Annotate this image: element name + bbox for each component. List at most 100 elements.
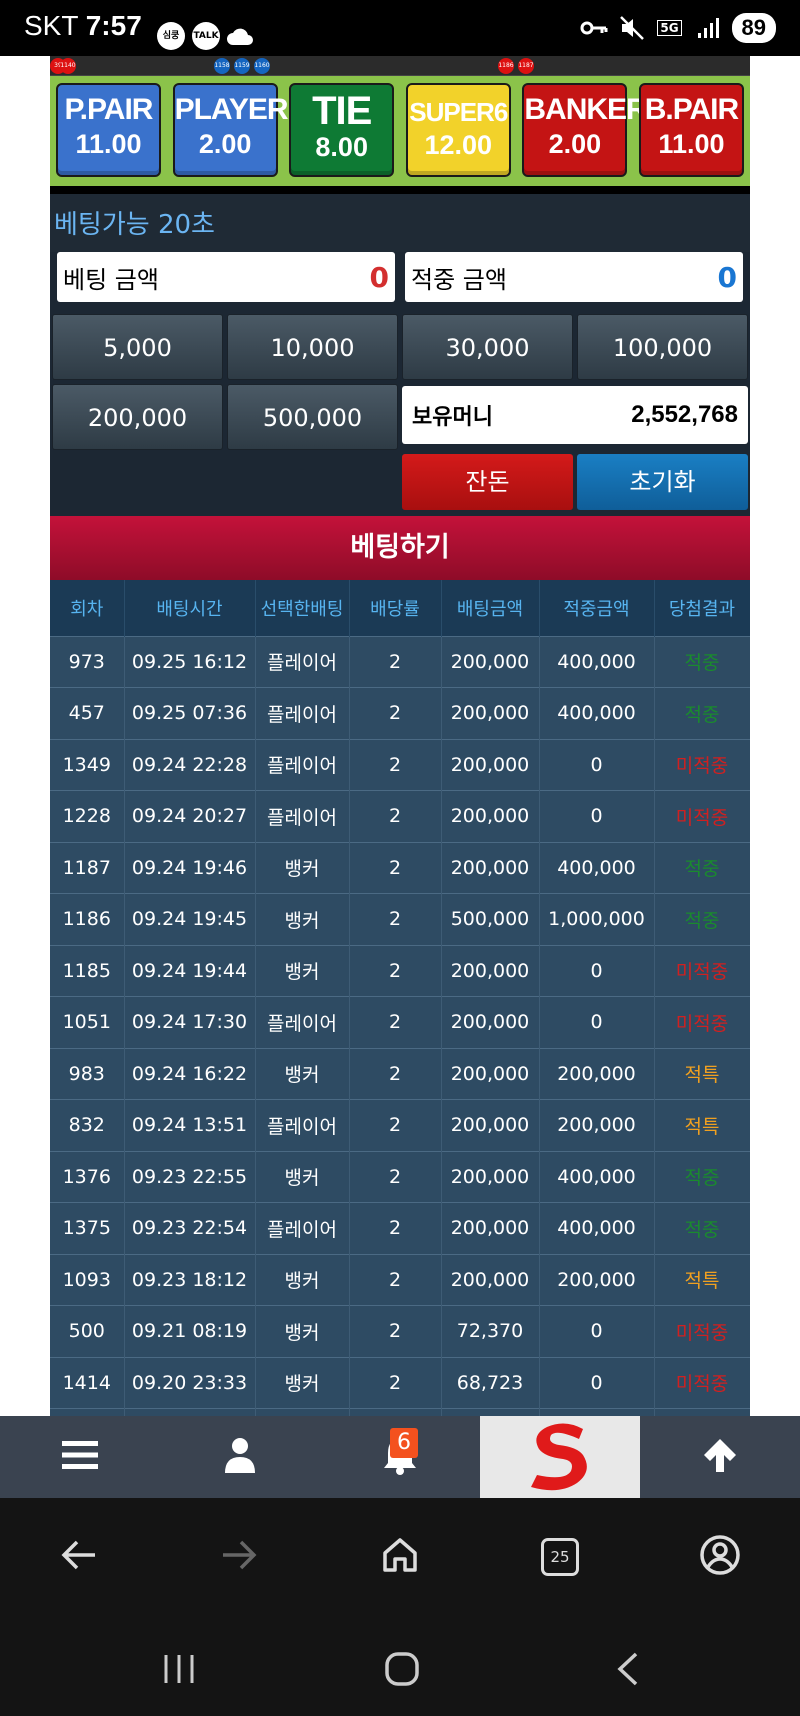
chip-200000-button[interactable]: 200,000 [52,384,223,450]
cell-selection: 뱅커 [255,1150,350,1203]
cell-result: 적특 [654,1253,750,1306]
bet-name: P.PAIR [64,93,154,126]
cell-round: 505 [50,1408,125,1416]
col-result: 당첨결과 [654,580,750,636]
cell-bet-time: 09.21 08:19 [124,1305,256,1357]
table-row: 973 09.25 16:12 플레이어 2 200,000 400,000 적중 [50,635,750,688]
table-row: 457 09.25 07:36 플레이어 2 200,000 400,000 적중 [50,687,750,739]
cell-bet-time: 09.23 22:55 [124,1150,256,1203]
cell-result: 적특 [654,1099,750,1151]
cell-odds: 2 [349,1253,442,1306]
cell-result: 적중 [654,687,750,739]
cell-bet-time: 09.24 19:44 [124,944,256,997]
bet-odds: 2.00 [198,129,252,159]
cell-selection: 플레이어 [255,790,350,842]
bet-options: P.PAIR 11.00 PLAYER 2.00 TIE 8.00 SUPER6… [50,76,750,186]
cell-bet-time: 09.25 16:12 [124,635,256,688]
cell-bet-time: 09.24 16:22 [124,1047,256,1100]
scroll-top-button[interactable] [680,1416,760,1498]
change-button[interactable]: 잔돈 [402,454,573,510]
bet-tie-button[interactable]: TIE 8.00 [289,83,395,177]
bet-name: TIE [312,89,372,133]
chip-10000-button[interactable]: 10,000 [227,314,398,380]
chip-30000-button[interactable]: 30,000 [402,314,573,380]
clock: 7:57 [85,10,142,41]
amount-boxes: 베팅 금액 0 적중 금액 0 [50,252,750,304]
bet-banker-button[interactable]: BANKER 2.00 [522,83,648,177]
cell-round: 1187 [50,841,125,894]
cell-round: 983 [50,1047,125,1100]
road-dot: 1159 [234,58,250,74]
back-button[interactable] [54,1532,104,1582]
cell-selection: 뱅커 [255,893,350,945]
status-icons: 5G 89 [580,12,776,44]
cell-bet-time: 09.25 07:36 [124,687,256,739]
table-row: 1186 09.24 19:45 뱅커 2 500,000 1,000,000 적중 [50,893,750,945]
cell-result: 미적중 [654,996,750,1048]
notifications-button[interactable]: 6 [360,1416,440,1498]
tabs-button[interactable]: 25 [535,1532,585,1582]
cell-result: 미적중 [654,1356,750,1409]
forward-button[interactable] [214,1532,264,1582]
app-bottom-nav: 6 [0,1416,800,1498]
bet-name: BANKER [524,93,647,126]
menu-button[interactable] [40,1416,120,1498]
cell-bet-time: 09.23 18:12 [124,1253,256,1306]
signal-icon [694,14,722,42]
cell-odds: 2 [349,893,442,945]
home-nav-button[interactable] [377,1646,427,1696]
cell-round: 1186 [50,893,125,945]
cell-win-amount: 0 [539,790,655,842]
bet-banker-pair-button[interactable]: B.PAIR 11.00 [638,83,744,177]
notification-badge-2: TALK [192,22,220,50]
roadmap-strip: 39 1140 1158 1159 1160 1186 1187 [50,56,750,76]
cell-round: 1185 [50,944,125,997]
bet-amount-value: 0 [369,260,389,294]
reset-button[interactable]: 초기화 [577,454,748,510]
balance-box: 보유머니 2,552,768 [402,386,748,444]
table-row: 50509.20 08:24뱅커2110,5780미적중 [50,1408,750,1416]
cell-result: 적중 [654,1202,750,1254]
balance-label: 보유머니 [412,405,493,430]
account-button[interactable] [695,1532,745,1582]
user-button[interactable] [200,1416,280,1498]
cell-round: 500 [50,1305,125,1357]
cell-bet-time: 09.24 19:45 [124,893,256,945]
key-icon [580,14,608,42]
bet-player-pair-button[interactable]: P.PAIR 11.00 [56,83,161,177]
cell-selection: 플레이어 [255,635,350,688]
place-bet-button[interactable]: 베팅하기 [50,516,750,580]
cell-odds: 2 [349,1099,442,1151]
cell-bet-amount: 200,000 [441,841,540,894]
action-buttons: 잔돈 초기화 [50,450,750,510]
home-button[interactable] [375,1532,425,1582]
cell-selection: 플레이어 [255,687,350,739]
cell-result: 적중 [654,893,750,945]
road-dot: 1187 [518,58,534,74]
cell-win-amount: 0 [539,1356,655,1409]
cell-odds: 2 [349,687,442,739]
cell-win-amount: 400,000 [539,635,655,688]
bet-super6-button[interactable]: SUPER6 12.00 [405,83,511,177]
cell-result: 미적중 [654,790,750,842]
account-icon [699,1534,741,1580]
table-row: 1375 09.23 22:54 플레이어 2 200,000 400,000 적중 [50,1202,750,1254]
cell-win-amount: 0 [539,1408,655,1416]
cell-result: 적특 [654,1047,750,1100]
chip-5000-button[interactable]: 5,000 [52,314,223,380]
cell-bet-amount: 68,723 [441,1356,540,1409]
system-back-button[interactable] [602,1646,652,1696]
chip-100000-button[interactable]: 100,000 [577,314,748,380]
cell-round: 457 [50,687,125,739]
battery-level: 89 [731,13,776,43]
home-circle-icon [384,1651,420,1691]
cell-win-amount: 400,000 [539,1202,655,1254]
brand-logo[interactable] [480,1416,640,1498]
recent-apps-button[interactable] [154,1646,204,1696]
bet-player-button[interactable]: PLAYER 2.00 [172,83,289,177]
road-dot: 1186 [498,58,514,74]
cell-bet-time: 09.24 22:28 [124,738,256,791]
chip-500000-button[interactable]: 500,000 [227,384,398,450]
bet-odds: 2.00 [548,129,602,159]
carrier: SKT [24,10,78,41]
